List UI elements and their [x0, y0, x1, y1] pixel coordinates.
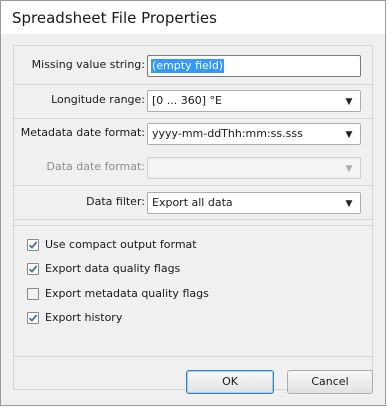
missing-value-row: Missing value string: (empty field) — [13, 55, 373, 77]
checkbox-label: Export metadata quality flags — [45, 287, 209, 300]
missing-value-text: (empty field) — [151, 59, 225, 73]
divider — [13, 185, 373, 186]
dialog-title: Spreadsheet File Properties — [12, 9, 217, 27]
data-date-format-select: ▼ — [147, 157, 361, 179]
checkbox-label: Use compact output format — [45, 238, 197, 251]
checkbox-box — [27, 239, 39, 251]
metadata-date-format-label: Metadata date format: — [20, 126, 145, 139]
checkbox-box — [27, 288, 39, 300]
longitude-range-row: Longitude range: [0 ... 360] °E ▼ — [13, 90, 373, 112]
data-filter-select[interactable]: Export all data ▼ — [147, 192, 361, 214]
checkmark-icon — [28, 241, 38, 249]
chevron-down-icon: ▼ — [345, 130, 353, 140]
longitude-range-select[interactable]: [0 ... 360] °E ▼ — [147, 90, 361, 112]
checkbox-label: Export data quality flags — [45, 262, 181, 275]
title-bar: Spreadsheet File Properties — [1, 1, 385, 34]
cancel-button[interactable]: Cancel — [287, 370, 373, 394]
missing-value-input[interactable]: (empty field) — [147, 55, 361, 77]
data-filter-value: Export all data — [152, 196, 233, 209]
divider — [13, 219, 373, 220]
data-date-format-label: Data date format: — [46, 160, 145, 173]
data-filter-label: Data filter: — [86, 195, 145, 208]
ok-button[interactable]: OK — [186, 370, 274, 394]
metadata-date-format-select[interactable]: yyyy-mm-ddThh:mm:ss.sss ▼ — [147, 123, 361, 145]
missing-value-label: Missing value string: — [31, 58, 145, 71]
longitude-range-label: Longitude range: — [51, 93, 145, 106]
properties-dialog: Spreadsheet File Properties Missing valu… — [0, 0, 386, 406]
checkmark-icon — [28, 314, 38, 322]
metadata-date-format-row: Metadata date format: yyyy-mm-ddThh:mm:s… — [13, 123, 373, 145]
divider — [13, 356, 373, 357]
checkbox-label: Export history — [45, 311, 123, 324]
checkbox-box — [27, 263, 39, 275]
checkbox-box — [27, 312, 39, 324]
checkmark-icon — [28, 265, 38, 273]
metadata-date-format-value: yyyy-mm-ddThh:mm:ss.sss — [152, 127, 303, 140]
chevron-down-icon: ▼ — [345, 164, 353, 174]
chevron-down-icon: ▼ — [345, 97, 353, 107]
data-date-format-row: Data date format: ▼ — [13, 157, 373, 179]
divider — [13, 118, 373, 119]
divider — [13, 225, 373, 226]
divider — [13, 84, 373, 85]
longitude-range-value: [0 ... 360] °E — [152, 94, 223, 107]
chevron-down-icon: ▼ — [345, 199, 353, 209]
data-filter-row: Data filter: Export all data ▼ — [13, 192, 373, 214]
